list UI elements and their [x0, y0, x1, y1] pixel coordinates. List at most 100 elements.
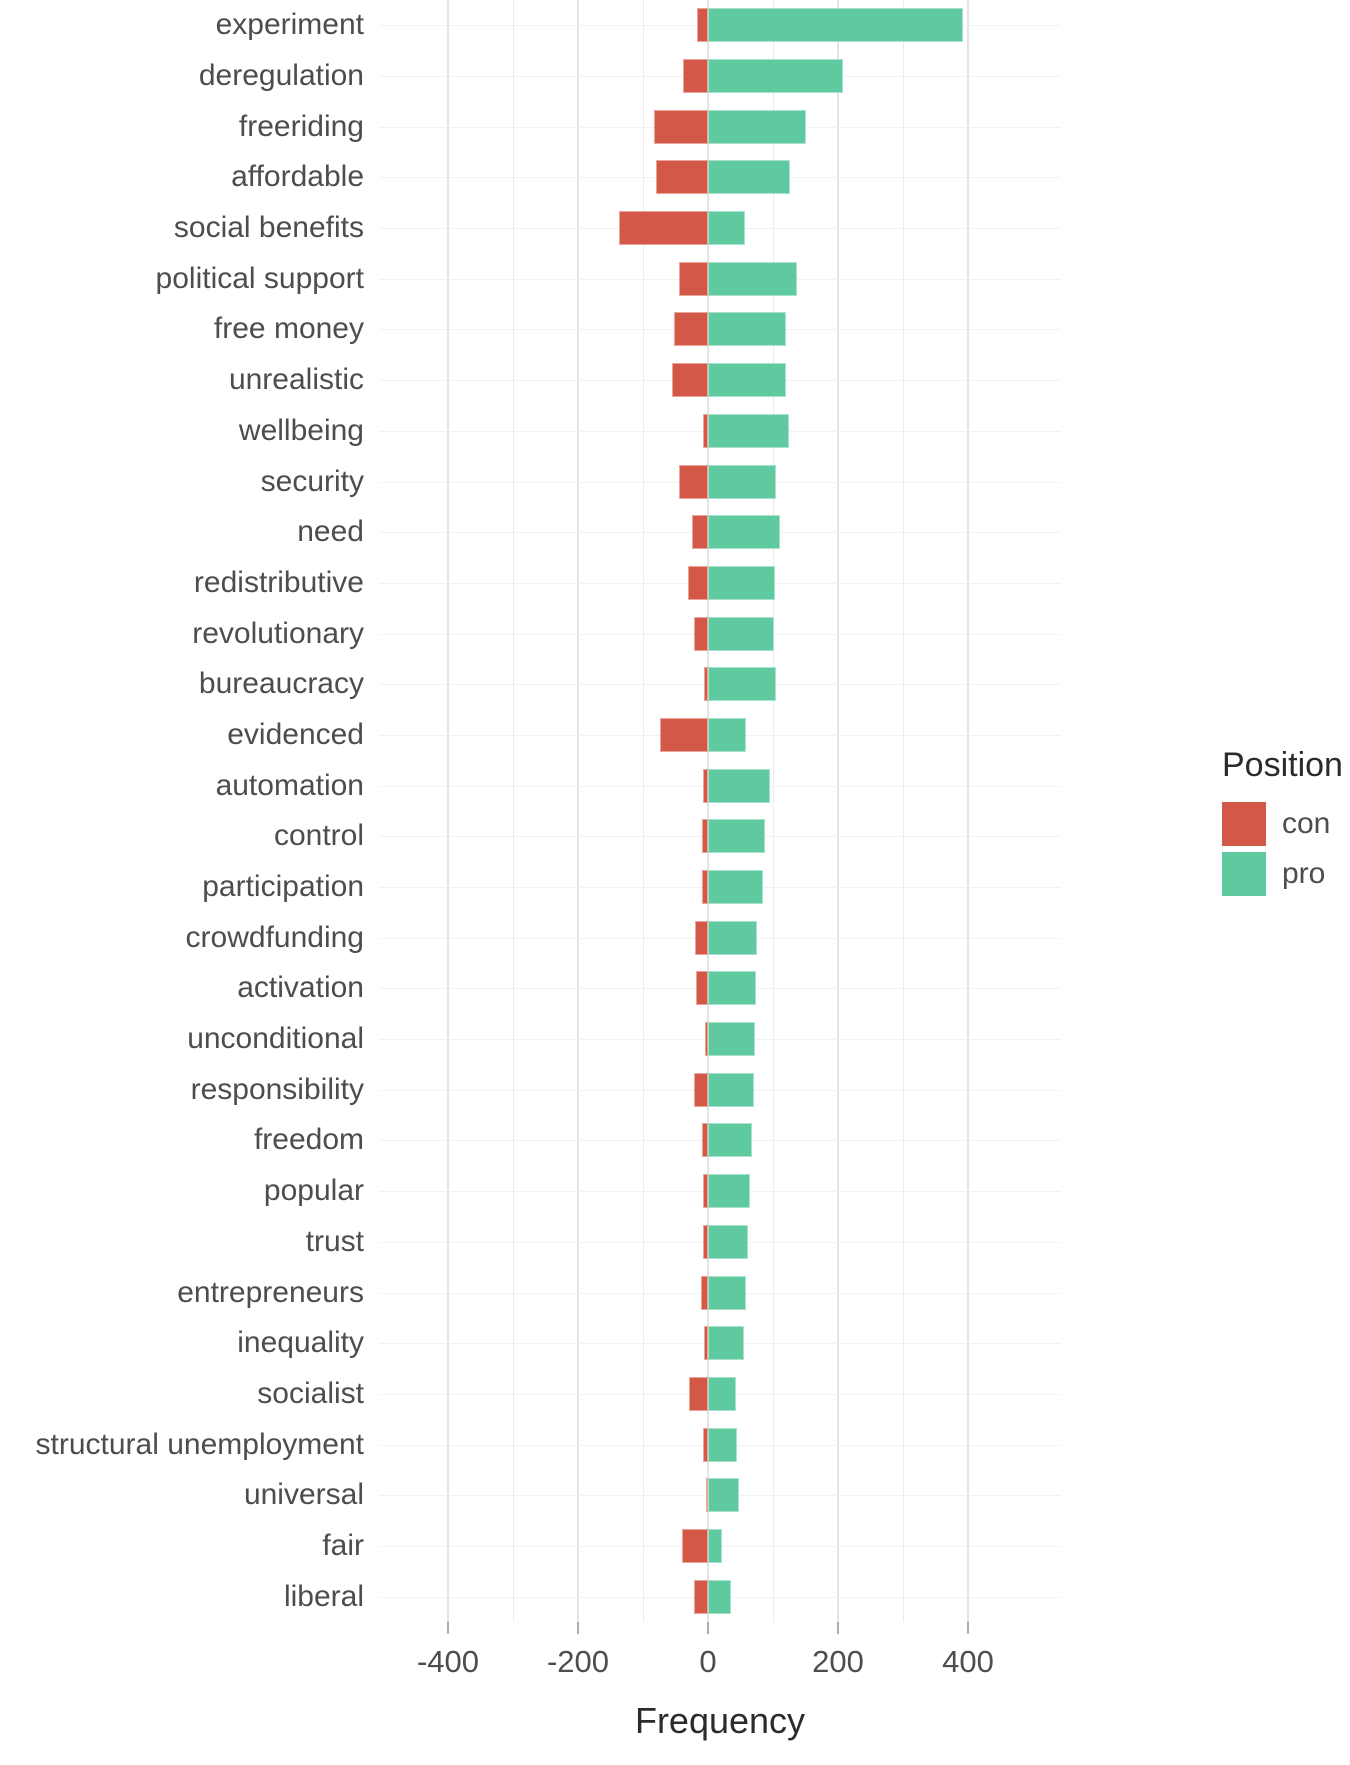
bar-con[interactable] — [700, 1275, 708, 1310]
bar-pro[interactable] — [708, 870, 764, 905]
bar-row — [380, 0, 1060, 51]
bar-row — [380, 1267, 1060, 1318]
bar-pro[interactable] — [708, 413, 790, 448]
bar-con[interactable] — [696, 971, 708, 1006]
bar-pro[interactable] — [708, 261, 798, 296]
bar-row — [380, 963, 1060, 1014]
bar-con[interactable] — [656, 160, 708, 195]
bar-row — [380, 406, 1060, 457]
legend-label: con — [1282, 807, 1331, 840]
bar-pro[interactable] — [708, 920, 757, 955]
y-axis-tick-label: free money — [213, 312, 364, 346]
bar-pro[interactable] — [708, 717, 747, 752]
bar-row — [380, 862, 1060, 913]
x-axis-tick-label: -200 — [546, 1644, 610, 1679]
bar-pro[interactable] — [708, 160, 790, 195]
x-axis-tick-label: 400 — [942, 1644, 994, 1679]
bar-con[interactable] — [679, 464, 708, 499]
bar-pro[interactable] — [708, 1427, 737, 1462]
bar-row — [380, 304, 1060, 355]
bar-pro[interactable] — [708, 1528, 723, 1563]
y-axis-tick-label: socialist — [257, 1376, 364, 1410]
legend-item-con[interactable]: con — [1222, 799, 1350, 849]
bar-con[interactable] — [695, 920, 708, 955]
x-axis-tick-label: 200 — [812, 1644, 864, 1679]
y-axis-tick-label: crowdfunding — [185, 920, 364, 954]
bar-pro[interactable] — [708, 515, 780, 550]
y-axis-tick-label: responsibility — [190, 1072, 364, 1106]
bar-pro[interactable] — [708, 312, 786, 347]
bar-pro[interactable] — [708, 819, 766, 854]
bar-pro[interactable] — [708, 464, 777, 499]
bar-con[interactable] — [693, 1579, 708, 1614]
legend-title: Position — [1222, 746, 1343, 784]
y-axis-tick-label: entrepreneurs — [177, 1275, 364, 1309]
bar-pro[interactable] — [708, 1478, 740, 1513]
bar-pro[interactable] — [708, 1275, 746, 1310]
bar-pro[interactable] — [708, 971, 757, 1006]
bar-pro[interactable] — [708, 1174, 751, 1209]
bar-row — [380, 1014, 1060, 1065]
bar-row — [380, 152, 1060, 203]
plot-panel — [380, 0, 1060, 1622]
y-axis-tick-label: bureaucracy — [198, 667, 364, 701]
bar-pro[interactable] — [708, 667, 776, 702]
y-axis-tick-label: participation — [202, 870, 364, 904]
bar-row — [380, 608, 1060, 659]
bar-row — [380, 1369, 1060, 1420]
y-axis-tick-label: fair — [322, 1528, 364, 1562]
bar-pro[interactable] — [708, 768, 770, 803]
y-axis-tick-label: control — [273, 819, 364, 853]
bar-con[interactable] — [659, 717, 708, 752]
bar-con[interactable] — [678, 261, 708, 296]
y-axis-tick-label: wellbeing — [238, 413, 364, 447]
plot-area — [380, 0, 1060, 1622]
bar-con[interactable] — [688, 1376, 708, 1411]
bar-pro[interactable] — [708, 565, 775, 600]
bar-con[interactable] — [672, 363, 708, 398]
x-tick-mark — [447, 1622, 449, 1634]
bar-con[interactable] — [618, 211, 708, 246]
bar-row — [380, 507, 1060, 558]
legend-swatch-pro — [1222, 852, 1266, 896]
legend-item-pro[interactable]: pro — [1222, 849, 1350, 899]
bar-row — [380, 912, 1060, 963]
y-axis-tick-label: freeriding — [238, 109, 364, 143]
bar-con[interactable] — [654, 109, 708, 144]
bar-pro[interactable] — [708, 1224, 749, 1259]
x-tick-mark — [707, 1622, 709, 1634]
bar-con[interactable] — [696, 8, 708, 43]
legend-label: pro — [1282, 857, 1326, 890]
bar-pro[interactable] — [708, 8, 963, 43]
bar-pro[interactable] — [708, 1326, 744, 1361]
chart-page: experiment deregulation freeriding affordab… — [0, 0, 1350, 1765]
bar-row — [380, 1470, 1060, 1521]
bar-con[interactable] — [687, 565, 708, 600]
bar-con[interactable] — [693, 1072, 708, 1107]
bar-pro[interactable] — [708, 1376, 736, 1411]
y-axis-tick-label: experiment — [215, 8, 364, 42]
bar-con[interactable] — [692, 515, 708, 550]
bar-pro[interactable] — [708, 109, 806, 144]
bar-pro[interactable] — [708, 1072, 754, 1107]
bar-pro[interactable] — [708, 616, 774, 651]
y-axis-tick-label: structural unemployment — [35, 1427, 364, 1461]
bar-pro[interactable] — [708, 211, 746, 246]
bar-row — [380, 1166, 1060, 1217]
bar-con[interactable] — [682, 1528, 708, 1563]
y-axis-tick-label: popular — [263, 1174, 364, 1208]
bar-pro[interactable] — [708, 1123, 753, 1158]
y-axis-tick-label: political support — [155, 261, 364, 295]
y-axis-tick-label: evidenced — [227, 717, 364, 751]
bar-pro[interactable] — [708, 1022, 755, 1057]
bar-row — [380, 51, 1060, 102]
bar-con[interactable] — [693, 616, 708, 651]
bar-pro[interactable] — [708, 363, 786, 398]
bar-row — [380, 811, 1060, 862]
y-axis-tick-label: trust — [305, 1224, 364, 1258]
y-axis-tick-label: need — [297, 515, 364, 549]
bar-pro[interactable] — [708, 1579, 732, 1614]
bar-con[interactable] — [683, 59, 708, 94]
bar-con[interactable] — [673, 312, 708, 347]
bar-pro[interactable] — [708, 59, 844, 94]
